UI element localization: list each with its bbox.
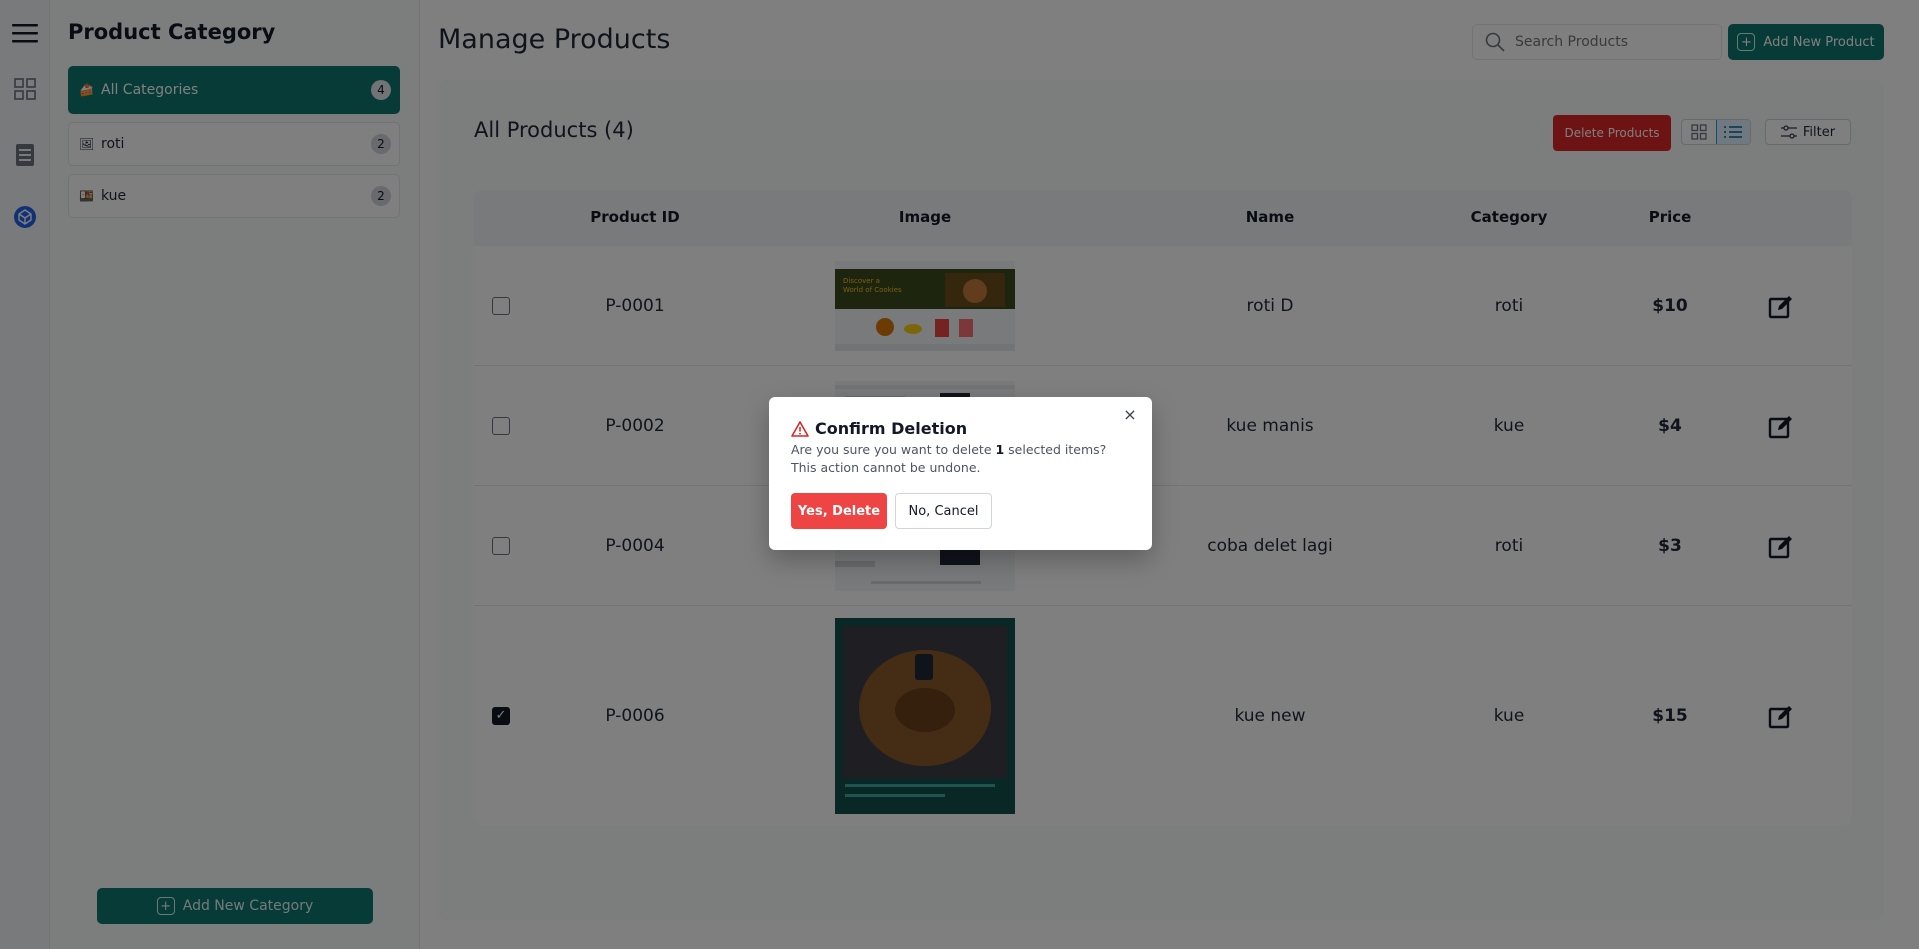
- dialog-message-start: Are you sure you want to delete: [791, 442, 996, 457]
- selected-count: 1: [995, 442, 1005, 457]
- confirm-deletion-dialog: × Confirm Deletion Are you sure you want…: [769, 397, 1152, 550]
- close-icon[interactable]: ×: [1122, 407, 1138, 423]
- warning-icon: [791, 420, 809, 437]
- no-cancel-button[interactable]: No, Cancel: [895, 493, 992, 529]
- dialog-message: Are you sure you want to delete 1 select…: [791, 441, 1131, 477]
- dialog-title-text: Confirm Deletion: [815, 419, 968, 438]
- dialog-title: Confirm Deletion: [791, 419, 967, 438]
- yes-delete-button[interactable]: Yes, Delete: [791, 493, 887, 529]
